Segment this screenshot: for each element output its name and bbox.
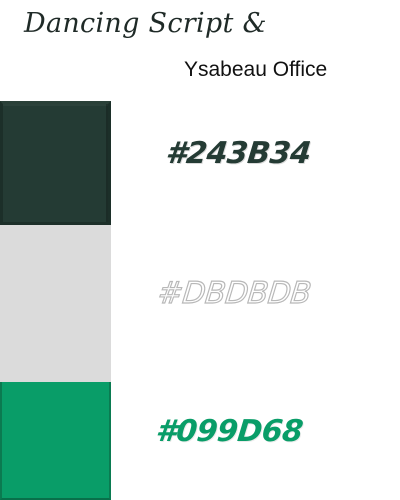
color-swatch-1 xyxy=(0,101,111,225)
script-font-name: Dancing Script & xyxy=(24,8,267,39)
hex-code-2: #DBDBDB xyxy=(156,275,314,311)
hex-code-3: #099D68 xyxy=(154,414,305,449)
color-swatch-3 xyxy=(0,382,111,500)
hex-code-1: #243B34 xyxy=(164,136,313,171)
sans-font-name: Ysabeau Office xyxy=(184,58,328,81)
color-swatch-2 xyxy=(0,225,111,382)
